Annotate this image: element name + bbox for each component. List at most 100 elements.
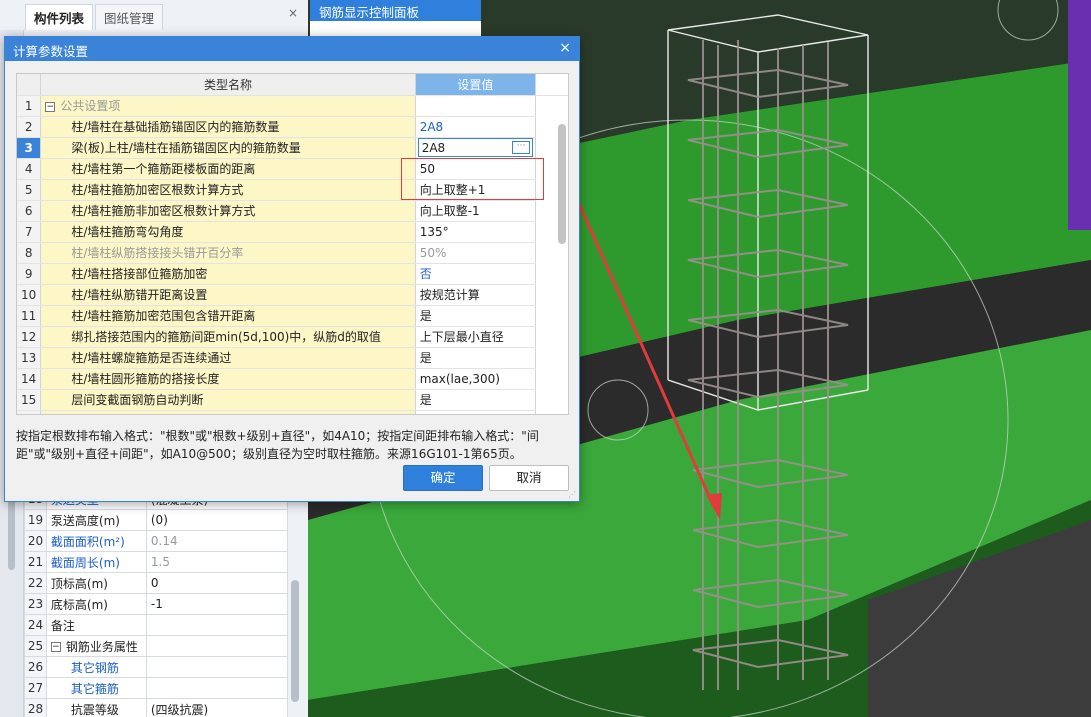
control-panel-title[interactable]: 钢筋显示控制面板 xyxy=(310,0,481,21)
tab-drawing-management[interactable]: 图纸管理 xyxy=(95,4,164,30)
dialog-title: 计算参数设置 xyxy=(13,44,89,59)
param-name: 层间变截面钢筋自动判断 xyxy=(71,393,204,407)
property-value[interactable]: -1 xyxy=(145,593,289,615)
param-name: 梁(板)上柱/墙柱在插筋锚固区内的箍筋数量 xyxy=(71,141,301,155)
property-name-cell[interactable]: 截面面积(m²) xyxy=(45,530,147,552)
property-row[interactable]: 24 备注 xyxy=(24,614,289,636)
collapse-icon[interactable]: − xyxy=(45,101,56,112)
param-name-cell[interactable]: 绑扎搭接范围内的箍筋间距min(5d,100)中，纵筋d的取值 xyxy=(40,326,416,348)
property-row[interactable]: 19 泵送高度(m) (0) xyxy=(24,509,289,531)
property-name-cell[interactable]: − 钢筋业务属性 xyxy=(45,635,147,657)
param-name-cell[interactable]: 柱/墙柱箍筋加密范围包含错开距离 xyxy=(40,305,416,327)
grid-scrollbar[interactable] xyxy=(558,124,566,244)
property-name-cell[interactable]: 其它箍筋 xyxy=(45,677,147,699)
ellipsis-icon[interactable]: ··· xyxy=(512,141,531,154)
param-name-cell[interactable]: 柱/墙柱箍筋弯勾角度 xyxy=(40,221,416,243)
cancel-button[interactable]: 取消 xyxy=(489,465,569,491)
param-name-cell[interactable]: 梁(板)上柱/墙柱在插筋锚固区内的箍筋数量 xyxy=(40,137,416,159)
ok-button[interactable]: 确定 xyxy=(403,465,483,491)
collapse-icon[interactable]: − xyxy=(50,642,61,652)
param-value-cell[interactable]: 按规范计算 xyxy=(415,284,537,306)
param-row[interactable]: 7 柱/墙柱箍筋弯勾角度 135° xyxy=(17,221,568,243)
param-row[interactable]: 9 柱/墙柱搭接部位箍筋加密 否 xyxy=(17,263,568,285)
param-value-cell[interactable]: 是 xyxy=(415,347,537,369)
param-row[interactable]: 11 柱/墙柱箍筋加密范围包含错开距离 是 xyxy=(17,305,568,327)
param-value-cell[interactable]: 2A8 xyxy=(415,116,537,138)
param-group-name: 柱 xyxy=(60,414,72,415)
param-value-cell[interactable]: 是 xyxy=(415,389,537,411)
param-value: 上下层最小直径 xyxy=(419,330,504,344)
tab-component-list[interactable]: 构件列表 xyxy=(25,4,94,30)
param-value-cell[interactable]: 2A8 ··· xyxy=(415,137,537,159)
param-name-cell[interactable]: 柱/墙柱螺旋箍筋是否连续通过 xyxy=(40,347,416,369)
param-value-cell[interactable]: 向上取整-1 xyxy=(415,200,537,222)
property-name-cell[interactable]: 抗震等级 xyxy=(45,698,147,717)
property-row[interactable]: 25− 钢筋业务属性 xyxy=(24,635,289,657)
param-row[interactable]: 1− 公共设置项 xyxy=(17,95,568,117)
header-setting-value[interactable]: 设置值 xyxy=(415,74,537,96)
param-row[interactable]: 8 柱/墙柱纵筋搭接接头错开百分率 50% xyxy=(17,242,568,264)
property-row[interactable]: 23 底标高(m) -1 xyxy=(24,593,289,615)
param-row[interactable]: 14 柱/墙柱圆形箍筋的搭接长度 max(lae,300) xyxy=(17,368,568,390)
param-name-cell[interactable]: 柱/墙柱第一个箍筋距楼板面的距离 xyxy=(40,158,416,180)
property-row[interactable]: 27 其它箍筋 xyxy=(24,677,289,699)
property-name-cell[interactable]: 其它钢筋 xyxy=(45,656,147,678)
param-value-cell[interactable]: 否 xyxy=(415,263,537,285)
param-name-cell[interactable]: 柱/墙柱纵筋错开距离设置 xyxy=(40,284,416,306)
param-value-cell[interactable]: 上下层最小直径 xyxy=(415,326,537,348)
property-row[interactable]: 21 截面周长(m) 1.5 xyxy=(24,551,289,573)
property-name-cell[interactable]: 顶标高(m) xyxy=(45,572,147,594)
param-value-cell[interactable]: 135° xyxy=(415,221,537,243)
panel-close-icon[interactable]: × xyxy=(288,6,298,20)
param-value-editor[interactable]: 2A8 ··· xyxy=(417,138,534,157)
property-row[interactable]: 22 顶标高(m) 0 xyxy=(24,572,289,594)
property-name-cell[interactable]: 底标高(m) xyxy=(45,593,147,615)
param-row[interactable]: 13 柱/墙柱螺旋箍筋是否连续通过 是 xyxy=(17,347,568,369)
param-value-cell[interactable]: 50% xyxy=(415,242,537,264)
property-row[interactable]: 28 抗震等级 (四级抗震) xyxy=(24,698,289,717)
param-value-cell[interactable]: max(lae,300) xyxy=(415,368,537,390)
param-row[interactable]: 3 梁(板)上柱/墙柱在插筋锚固区内的箍筋数量 2A8 ··· xyxy=(17,137,568,159)
property-name: 顶标高(m) xyxy=(50,576,108,591)
param-name-cell[interactable]: −柱 xyxy=(40,410,416,415)
header-rownum xyxy=(17,74,42,96)
property-value[interactable]: 1.5 xyxy=(145,551,289,573)
property-value[interactable]: 0 xyxy=(145,572,289,594)
property-name-cell[interactable]: 泵送高度(m) xyxy=(45,509,147,531)
param-row-number: 4 xyxy=(17,158,42,180)
param-name-cell[interactable]: 柱/墙柱在基础插筋锚固区内的箍筋数量 xyxy=(40,116,416,138)
param-row[interactable]: 15 层间变截面钢筋自动判断 是 xyxy=(17,389,568,411)
property-row[interactable]: 20 截面面积(m²) 0.14 xyxy=(24,530,289,552)
param-row[interactable]: 6 柱/墙柱箍筋非加密区根数计算方式 向上取整-1 xyxy=(17,200,568,222)
param-name-cell[interactable]: 柱/墙柱箍筋加密区根数计算方式 xyxy=(40,179,416,201)
dialog-title-bar[interactable]: 计算参数设置 × xyxy=(5,37,579,61)
resize-grip-icon[interactable]: ⋰ xyxy=(568,490,576,499)
property-name-cell[interactable]: 截面周长(m) xyxy=(45,551,147,573)
property-value[interactable] xyxy=(145,656,289,678)
param-row[interactable]: 16−柱 xyxy=(17,410,568,415)
param-name-cell[interactable]: 柱/墙柱纵筋搭接接头错开百分率 xyxy=(40,242,416,264)
property-value[interactable]: (四级抗震) xyxy=(145,698,289,717)
property-row[interactable]: 26 其它钢筋 xyxy=(24,656,289,678)
param-row[interactable]: 2 柱/墙柱在基础插筋锚固区内的箍筋数量 2A8 xyxy=(17,116,568,138)
property-value[interactable]: 0.14 xyxy=(145,530,289,552)
param-value-cell[interactable] xyxy=(415,410,537,414)
property-scrollbar[interactable] xyxy=(291,580,299,702)
property-value[interactable] xyxy=(145,614,289,636)
property-value[interactable]: (0) xyxy=(145,509,289,531)
param-name-cell[interactable]: 柱/墙柱圆形箍筋的搭接长度 xyxy=(40,368,416,390)
param-value-cell[interactable] xyxy=(415,95,537,117)
param-name-cell[interactable]: 层间变截面钢筋自动判断 xyxy=(40,389,416,411)
param-row[interactable]: 10 柱/墙柱纵筋错开距离设置 按规范计算 xyxy=(17,284,568,306)
param-value-cell[interactable]: 是 xyxy=(415,305,537,327)
property-name-cell[interactable]: 备注 xyxy=(45,614,147,636)
param-row[interactable]: 12 绑扎搭接范围内的箍筋间距min(5d,100)中，纵筋d的取值 上下层最小直径 xyxy=(17,326,568,348)
param-value-input[interactable]: 2A8 xyxy=(422,141,512,155)
param-name-cell[interactable]: 柱/墙柱箍筋非加密区根数计算方式 xyxy=(40,200,416,222)
close-icon[interactable]: × xyxy=(559,40,571,56)
param-name-cell[interactable]: 柱/墙柱搭接部位箍筋加密 xyxy=(40,263,416,285)
property-value[interactable] xyxy=(145,677,289,699)
header-type-name[interactable]: 类型名称 xyxy=(40,74,416,96)
property-value[interactable] xyxy=(145,635,289,657)
param-name-cell[interactable]: − 公共设置项 xyxy=(40,95,416,117)
